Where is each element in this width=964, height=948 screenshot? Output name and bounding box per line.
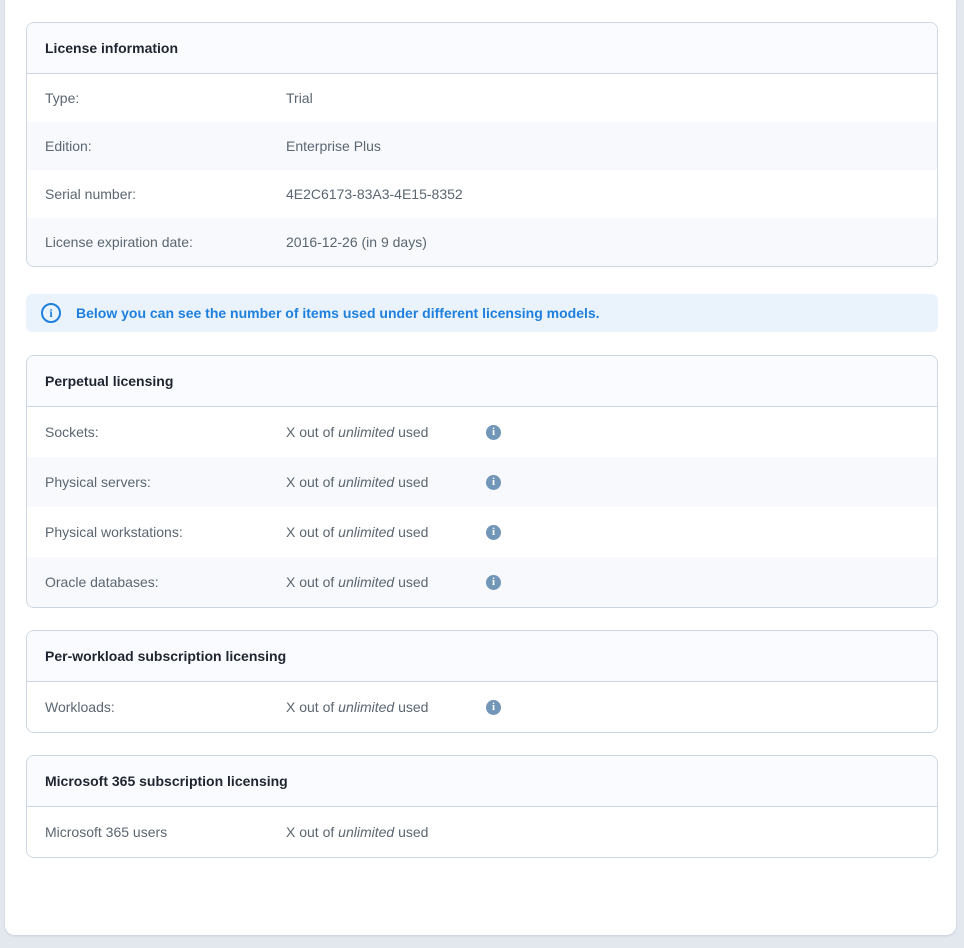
content-panel: License information Type: Trial Edition:…	[5, 0, 956, 935]
card-title-m365: Microsoft 365 subscription licensing	[27, 756, 937, 807]
row-value: Trial	[286, 90, 313, 106]
license-row-edition: Edition: Enterprise Plus	[27, 122, 937, 170]
row-value: 4E2C6173-83A3-4E15-8352	[286, 186, 463, 202]
row-label: Physical servers:	[45, 474, 286, 490]
info-filled-icon[interactable]: i	[486, 700, 501, 715]
usage-row-workloads: Workloads: X out of unlimited used i	[27, 682, 937, 732]
perpetual-licensing-card: Perpetual licensing Sockets: X out of un…	[26, 355, 938, 608]
usage-value: X out of unlimited used	[286, 424, 486, 440]
info-filled-icon[interactable]: i	[486, 525, 501, 540]
row-label: Microsoft 365 users	[45, 824, 286, 840]
row-value: 2016-12-26 (in 9 days)	[286, 234, 427, 250]
m365-licensing-card: Microsoft 365 subscription licensing Mic…	[26, 755, 938, 858]
row-label: Oracle databases:	[45, 574, 286, 590]
card-title-perpetual-licensing: Perpetual licensing	[27, 356, 937, 407]
card-title-license-information: License information	[27, 23, 937, 74]
row-label: Serial number:	[45, 186, 286, 202]
usage-value: X out of unlimited used	[286, 524, 486, 540]
usage-row-oracle-databases: Oracle databases: X out of unlimited use…	[27, 557, 937, 607]
license-row-serial-number: Serial number: 4E2C6173-83A3-4E15-8352	[27, 170, 937, 218]
usage-value: X out of unlimited used	[286, 574, 486, 590]
usage-row-physical-workstations: Physical workstations: X out of unlimite…	[27, 507, 937, 557]
row-label: Physical workstations:	[45, 524, 286, 540]
usage-row-physical-servers: Physical servers: X out of unlimited use…	[27, 457, 937, 507]
row-label: Workloads:	[45, 699, 286, 715]
card-title-per-workload: Per-workload subscription licensing	[27, 631, 937, 682]
row-label: Type:	[45, 90, 286, 106]
usage-value: X out of unlimited used	[286, 474, 486, 490]
row-label: Edition:	[45, 138, 286, 154]
usage-row-m365-users: Microsoft 365 users X out of unlimited u…	[27, 807, 937, 857]
license-information-card: License information Type: Trial Edition:…	[26, 22, 938, 267]
row-label: Sockets:	[45, 424, 286, 440]
row-label: License expiration date:	[45, 234, 286, 250]
info-filled-icon[interactable]: i	[486, 575, 501, 590]
spacer	[26, 608, 938, 630]
per-workload-licensing-card: Per-workload subscription licensing Work…	[26, 630, 938, 733]
usage-value: X out of unlimited used	[286, 824, 486, 840]
license-row-expiration-date: License expiration date: 2016-12-26 (in …	[27, 218, 937, 266]
row-value: Enterprise Plus	[286, 138, 381, 154]
usage-row-sockets: Sockets: X out of unlimited used i	[27, 407, 937, 457]
info-filled-icon[interactable]: i	[486, 475, 501, 490]
info-banner: i Below you can see the number of items …	[26, 294, 938, 332]
usage-value: X out of unlimited used	[286, 699, 486, 715]
info-circle-outline-icon: i	[41, 303, 61, 323]
spacer	[26, 733, 938, 755]
info-banner-text: Below you can see the number of items us…	[76, 305, 600, 321]
info-filled-icon[interactable]: i	[486, 425, 501, 440]
license-row-type: Type: Trial	[27, 74, 937, 122]
